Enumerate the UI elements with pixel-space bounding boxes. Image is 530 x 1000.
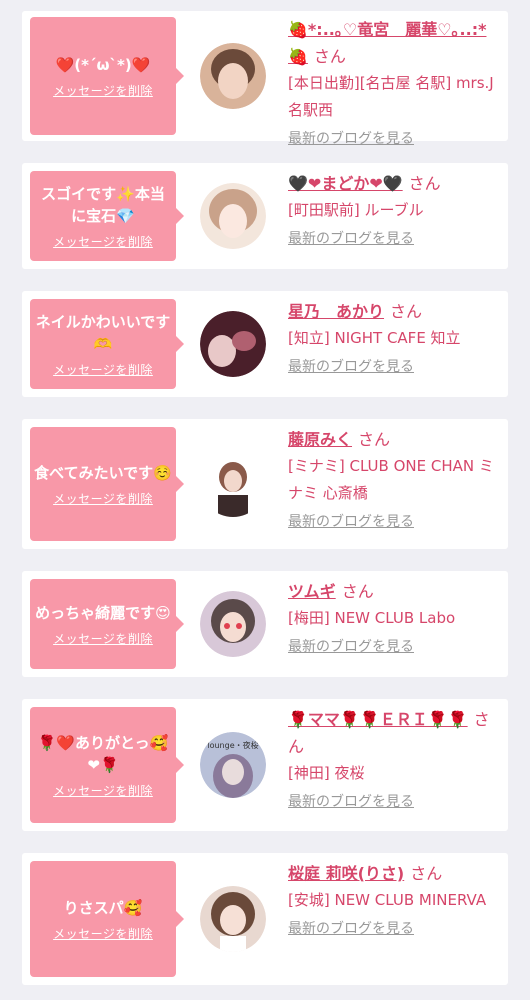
avatar[interactable] <box>200 183 266 249</box>
shop-label: [本日出勤][名古屋 名駅] mrs.J 名駅西 <box>288 74 494 119</box>
message-card: スゴイです✨本当に宝石💎 メッセージを削除 🖤❤まどか❤🖤 さん [町田駅前] ル… <box>22 163 508 269</box>
shop-label: [知立] NIGHT CAFE 知立 <box>288 329 461 347</box>
delete-message-link[interactable]: メッセージを削除 <box>53 361 153 378</box>
name-suffix: さん <box>390 302 423 321</box>
view-latest-blog-link[interactable]: 最新のブログを見る <box>288 511 414 531</box>
cast-info: 🖤❤まどか❤🖤 さん [町田駅前] ルーブル 最新のブログを見る <box>288 170 502 248</box>
cast-info: 藤原みく さん [ミナミ] CLUB ONE CHAN ミナミ 心斎橋 最新のブロ… <box>288 426 502 531</box>
name-suffix: さん <box>358 430 391 449</box>
cast-info: ツムギ さん [梅田] NEW CLUB Labo 最新のブログを見る <box>288 578 502 656</box>
shop-label: [安城] NEW CLUB MINERVA <box>288 891 487 909</box>
name-suffix: さん <box>408 174 441 193</box>
message-text: スゴイです✨本当に宝石💎 <box>41 184 165 225</box>
name-suffix: さん <box>410 864 443 883</box>
avatar-caption: lounge・夜桜 <box>207 740 258 750</box>
avatar[interactable]: lounge・夜桜 <box>200 732 266 798</box>
shop-label: [神田] 夜桜 <box>288 764 365 782</box>
delete-message-link[interactable]: メッセージを削除 <box>53 82 153 99</box>
message-text: りさスパ🥰 <box>63 898 143 917</box>
cast-info: 星乃 あかり さん [知立] NIGHT CAFE 知立 最新のブログを見る <box>288 298 502 376</box>
message-bubble: ❤️(*´ω`*)❤️ メッセージを削除 <box>30 17 184 135</box>
delete-message-link[interactable]: メッセージを削除 <box>53 630 153 647</box>
cast-name-link[interactable]: 藤原みく <box>288 430 352 449</box>
avatar[interactable] <box>200 311 266 377</box>
delete-message-link[interactable]: メッセージを削除 <box>53 233 153 250</box>
cast-info: 🌹ママ🌹🌹ＥＲＩ🌹🌹 さん [神田] 夜桜 最新のブログを見る <box>288 706 502 811</box>
view-latest-blog-link[interactable]: 最新のブログを見る <box>288 128 414 148</box>
shop-label: [町田駅前] ルーブル <box>288 201 424 219</box>
message-bubble: めっちゃ綺麗です😍 メッセージを削除 <box>30 579 184 669</box>
cast-name-link[interactable]: 🖤❤まどか❤🖤 <box>288 174 403 193</box>
message-card: りさスパ🥰 メッセージを削除 桜庭 莉咲(りさ) さん [安城] NEW CLUB… <box>22 853 508 985</box>
cast-name-link[interactable]: ツムギ <box>288 582 336 601</box>
view-latest-blog-link[interactable]: 最新のブログを見る <box>288 356 414 376</box>
view-latest-blog-link[interactable]: 最新のブログを見る <box>288 791 414 811</box>
message-text: めっちゃ綺麗です😍 <box>35 603 171 622</box>
shop-label: [梅田] NEW CLUB Labo <box>288 609 456 627</box>
shop-label: [ミナミ] CLUB ONE CHAN ミナミ 心斎橋 <box>288 457 494 502</box>
message-text: ネイルかわいいです🫶 <box>35 312 171 353</box>
name-suffix: さん <box>313 47 346 66</box>
message-bubble: りさスパ🥰 メッセージを削除 <box>30 861 184 977</box>
avatar[interactable] <box>200 43 266 109</box>
avatar[interactable] <box>200 451 266 517</box>
delete-message-link[interactable]: メッセージを削除 <box>53 925 153 942</box>
delete-message-link[interactable]: メッセージを削除 <box>53 490 153 507</box>
message-text: 🌹❤️ありがとっ🥰❤🌹 <box>37 733 169 774</box>
message-card: ❤️(*´ω`*)❤️ メッセージを削除 🍓*:..｡♡竜宮 麗華♡｡..:*🍓… <box>22 11 508 147</box>
message-text: ❤️(*´ω`*)❤️ <box>55 55 151 74</box>
name-suffix: さん <box>341 582 374 601</box>
message-card: 🌹❤️ありがとっ🥰❤🌹 メッセージを削除 lounge・夜桜 🌹ママ🌹🌹ＥＲＩ🌹… <box>22 699 508 831</box>
cast-name-link[interactable]: 星乃 あかり <box>288 302 384 321</box>
delete-message-link[interactable]: メッセージを削除 <box>53 782 153 799</box>
message-bubble: スゴイです✨本当に宝石💎 メッセージを削除 <box>30 171 184 261</box>
cast-info: 🍓*:..｡♡竜宮 麗華♡｡..:*🍓 さん [本日出勤][名古屋 名駅] mrs… <box>288 16 502 148</box>
message-card: ネイルかわいいです🫶 メッセージを削除 星乃 あかり さん [知立] NIGHT … <box>22 291 508 397</box>
cast-info: 桜庭 莉咲(りさ) さん [安城] NEW CLUB MINERVA 最新のブログ… <box>288 860 502 938</box>
message-card: めっちゃ綺麗です😍 メッセージを削除 ツムギ さん [梅田] NEW CLUB L… <box>22 571 508 677</box>
avatar[interactable] <box>200 886 266 952</box>
avatar[interactable] <box>200 591 266 657</box>
cast-name-link[interactable]: 桜庭 莉咲(りさ) <box>288 864 404 883</box>
view-latest-blog-link[interactable]: 最新のブログを見る <box>288 636 414 656</box>
cast-name-link[interactable]: 🌹ママ🌹🌹ＥＲＩ🌹🌹 <box>288 710 468 729</box>
view-latest-blog-link[interactable]: 最新のブログを見る <box>288 918 414 938</box>
message-bubble: 🌹❤️ありがとっ🥰❤🌹 メッセージを削除 <box>30 707 184 823</box>
message-bubble: 食べてみたいです☺️ メッセージを削除 <box>30 427 184 541</box>
message-list: ❤️(*´ω`*)❤️ メッセージを削除 🍓*:..｡♡竜宮 麗華♡｡..:*🍓… <box>0 0 530 1000</box>
message-text: 食べてみたいです☺️ <box>34 463 172 482</box>
message-bubble: ネイルかわいいです🫶 メッセージを削除 <box>30 299 184 389</box>
view-latest-blog-link[interactable]: 最新のブログを見る <box>288 228 414 248</box>
message-card: 食べてみたいです☺️ メッセージを削除 藤原みく さん [ミナミ] CLUB ON… <box>22 419 508 549</box>
